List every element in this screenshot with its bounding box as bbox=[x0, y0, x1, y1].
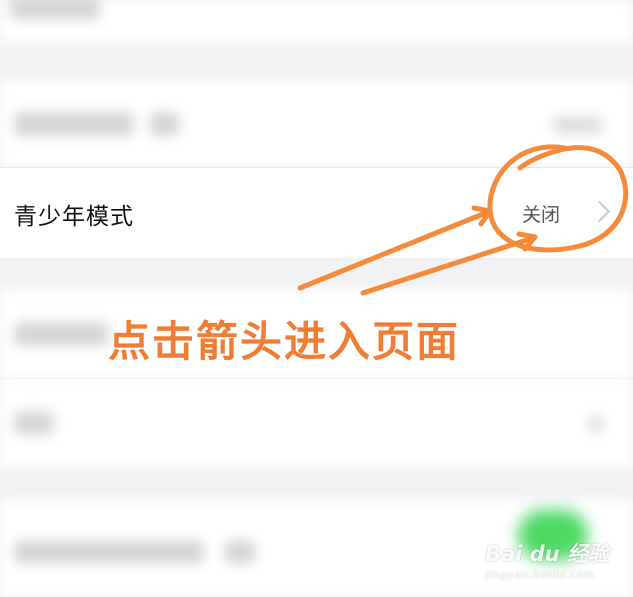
annotation-overlay bbox=[297, 144, 629, 296]
arrow-line-1 bbox=[297, 209, 491, 291]
watermark-brand: Bai du 经验 bbox=[485, 542, 609, 566]
highlight-circle bbox=[487, 144, 629, 253]
annotation-text: 点击箭头进入页面 bbox=[108, 317, 461, 366]
watermark-url: jingyan.baidu.com bbox=[485, 568, 596, 581]
baidu-jingyan-watermark: Bai du 经验 jingyan.baidu.com bbox=[485, 538, 609, 581]
arrow-line-2 bbox=[360, 235, 536, 296]
